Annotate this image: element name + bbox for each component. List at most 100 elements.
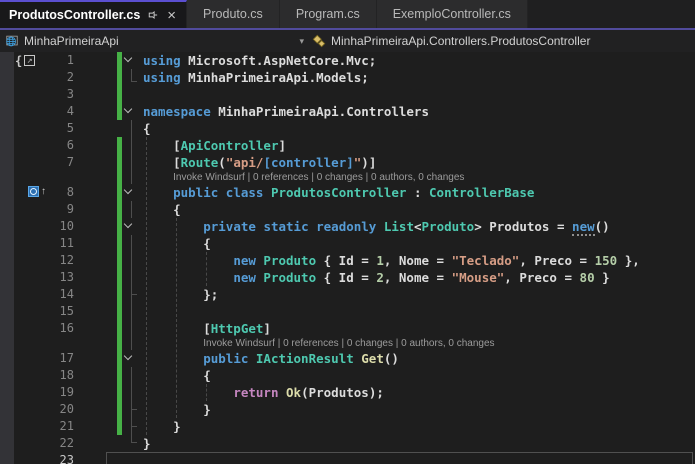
code-text: namespace MinhaPrimeiraApi.Controllers: [0, 103, 695, 120]
tab-produto-cs[interactable]: Produto.cs: [187, 0, 280, 28]
line-number: 19: [59, 385, 74, 399]
code-line[interactable]: 5{: [0, 120, 695, 137]
code-line[interactable]: 9 {: [0, 201, 695, 218]
breadcrumb-project-dropdown[interactable]: MinhaPrimeiraApi ▾: [0, 34, 312, 48]
change-indicator: [117, 137, 122, 154]
codelens[interactable]: Invoke Windsurf | 0 references | 0 chang…: [0, 171, 695, 184]
code-text: {: [0, 201, 695, 218]
tab-label: Program.cs: [295, 7, 360, 21]
code-token: {: [143, 368, 211, 383]
code-line[interactable]: 23: [0, 452, 695, 464]
code-line[interactable]: 10 private static readonly List<Produto>…: [0, 218, 695, 236]
code-token: [: [143, 138, 181, 153]
code-line[interactable]: 14 };: [0, 286, 695, 303]
code-token: }: [143, 419, 181, 434]
code-line[interactable]: 16 [HttpGet]: [0, 320, 695, 337]
change-indicator: [117, 252, 122, 269]
line-number: 1: [66, 53, 74, 67]
line-number: 6: [66, 138, 74, 152]
code-line[interactable]: 11 {: [0, 235, 695, 252]
code-line[interactable]: 13 new Produto { Id = 2, Nome = "Mouse",…: [0, 269, 695, 286]
line-number: 3: [66, 87, 74, 101]
change-indicator: [117, 235, 122, 252]
line-number: 22: [59, 436, 74, 450]
code-token: Microsoft.AspNetCore.Mvc;: [180, 53, 377, 68]
code-token: MinhaPrimeiraApi.Models;: [180, 70, 369, 85]
code-line[interactable]: 15: [0, 303, 695, 320]
code-token: :: [406, 185, 430, 200]
pin-icon[interactable]: [147, 9, 159, 21]
code-line[interactable]: 6 [ApiController]: [0, 137, 695, 154]
code-line[interactable]: 7 [Route("api/[controller]")]: [0, 154, 695, 171]
tab-produtoscontroller-cs[interactable]: ProdutosController.cs ×: [0, 0, 188, 28]
code-token: MinhaPrimeiraApi.Controllers: [210, 104, 429, 119]
line-number: 16: [59, 321, 74, 335]
tab-exemplocontroller-cs[interactable]: ExemploController.cs: [376, 0, 528, 28]
code-line[interactable]: 22}: [0, 435, 695, 452]
code-token: {: [143, 202, 181, 217]
code-line[interactable]: 20 }: [0, 401, 695, 418]
line-number: 5: [66, 121, 74, 135]
code-text: }: [0, 418, 695, 435]
change-indicator: [117, 269, 122, 286]
code-editor-window: ProdutosController.cs × Produto.cs Progr…: [0, 0, 695, 464]
code-text: [HttpGet]: [0, 320, 695, 337]
code-token: using: [143, 70, 181, 85]
line-number: 7: [66, 155, 74, 169]
code-line[interactable]: 17 public IActionResult Get(): [0, 350, 695, 367]
code-line[interactable]: 1{↗ using Microsoft.AspNetCore.Mvc;: [0, 52, 695, 69]
fold-chevron-icon[interactable]: [122, 218, 137, 235]
code-line[interactable]: 3: [0, 86, 695, 103]
line-number: 2: [66, 70, 74, 84]
codelens[interactable]: Invoke Windsurf | 0 references | 0 chang…: [0, 337, 695, 350]
code-token: 150: [594, 253, 618, 268]
breadcrumb: MinhaPrimeiraApi ▾ MinhaPrimeiraApi.Cont…: [0, 30, 695, 52]
close-icon[interactable]: ×: [166, 8, 177, 23]
fold-chevron-icon[interactable]: [122, 184, 137, 201]
code-token: (): [383, 351, 399, 366]
line-number: 10: [59, 219, 74, 233]
code-token: Produto: [421, 219, 475, 234]
change-indicator: [117, 171, 122, 184]
editor-pane[interactable]: 1{↗ using Microsoft.AspNetCore.Mvc; 2 using…: [0, 52, 695, 464]
code-token: {: [143, 121, 151, 136]
code-token: { Id =: [316, 253, 377, 268]
code-token: new: [233, 270, 256, 285]
change-indicator: [117, 337, 122, 350]
code-line[interactable]: 19 return Ok(Produtos);: [0, 384, 695, 401]
code-token: 1: [376, 253, 384, 268]
code-token: HttpGet: [210, 321, 264, 336]
code-token: > Produtos =: [474, 219, 573, 234]
code-line[interactable]: 8 ↑ public class ProdutosController : Con…: [0, 184, 695, 201]
fold-chevron-icon[interactable]: [122, 52, 137, 69]
tab-bar: ProdutosController.cs × Produto.cs Progr…: [0, 0, 695, 28]
code-line[interactable]: 12 new Produto { Id = 1, Nome = "Teclado…: [0, 252, 695, 269]
chevron-down-icon[interactable]: ▾: [299, 36, 304, 47]
fold-chevron-icon[interactable]: [122, 350, 137, 367]
code-line[interactable]: 21 }: [0, 418, 695, 435]
change-indicator: [117, 303, 122, 320]
code-token: public: [173, 185, 219, 200]
code-text: };: [0, 286, 695, 303]
code-line[interactable]: 18 {: [0, 367, 695, 384]
code-line[interactable]: 4 namespace MinhaPrimeiraApi.Controllers: [0, 103, 695, 120]
code-token: , Nome =: [383, 270, 452, 285]
code-token: 80: [579, 270, 595, 285]
code-token: ControllerBase: [429, 185, 535, 200]
tab-program-cs[interactable]: Program.cs: [279, 0, 377, 28]
code-token: Produto: [263, 253, 317, 268]
inheritance-indicator-icon: ↑: [28, 186, 46, 197]
fold-chevron-icon[interactable]: [122, 103, 137, 120]
code-token: [controller]: [263, 155, 354, 170]
code-text: public class ProdutosController : Contro…: [0, 184, 695, 201]
code-token: , Preco =: [519, 253, 595, 268]
code-text: new Produto { Id = 1, Nome = "Teclado", …: [0, 252, 695, 269]
breadcrumb-symbol-path[interactable]: MinhaPrimeiraApi.Controllers.ProdutosCon…: [312, 34, 590, 48]
code-line[interactable]: 2 using MinhaPrimeiraApi.Models;: [0, 69, 695, 86]
